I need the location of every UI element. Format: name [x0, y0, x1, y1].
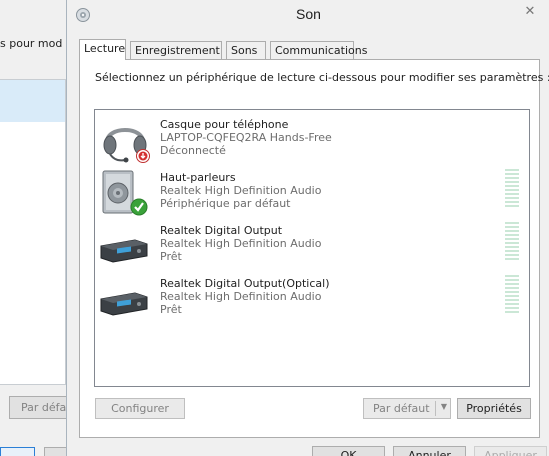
- cancel-button[interactable]: Annuler: [393, 446, 466, 456]
- device-status: Périphérique par défaut: [160, 197, 291, 210]
- device-name: Realtek Digital Output(Optical): [160, 277, 330, 290]
- device-description: LAPTOP-CQFEQ2RA Hands-Free: [160, 131, 332, 144]
- digital-output-icon: [100, 292, 148, 316]
- volume-meter: [505, 222, 519, 262]
- apply-button[interactable]: Appliquer: [474, 446, 547, 456]
- set-default-label: Par défaut: [373, 402, 430, 415]
- background-window-selection: [0, 80, 65, 122]
- background-window-default-button[interactable]: Par défa: [9, 396, 69, 419]
- sound-dialog: Son ✕ Lecture Enregistrement Sons Commun…: [66, 0, 549, 456]
- playback-device-list[interactable]: Casque pour téléphone LAPTOP-CQFEQ2RA Ha…: [94, 109, 530, 387]
- lecture-tab-panel: Sélectionnez un périphérique de lecture …: [79, 59, 549, 438]
- tab-lecture[interactable]: Lecture: [79, 39, 126, 60]
- chevron-down-icon[interactable]: ▼: [441, 402, 447, 411]
- split-divider: [435, 401, 436, 416]
- properties-button[interactable]: Propriétés: [457, 398, 531, 419]
- instruction-text: Sélectionnez un périphérique de lecture …: [95, 71, 549, 84]
- disconnected-badge: [136, 149, 150, 163]
- set-default-split-button[interactable]: Par défaut ▼: [363, 398, 451, 419]
- device-description: Realtek High Definition Audio: [160, 290, 322, 303]
- configure-button[interactable]: Configurer: [95, 398, 185, 419]
- device-item-headset[interactable]: Casque pour téléphone LAPTOP-CQFEQ2RA Ha…: [95, 112, 529, 164]
- tab-enregistrement[interactable]: Enregistrement: [130, 41, 222, 60]
- device-name: Haut-parleurs: [160, 171, 236, 184]
- device-status: Prêt: [160, 303, 182, 316]
- close-button[interactable]: ✕: [522, 3, 538, 19]
- device-item-digital-output-optical[interactable]: Realtek Digital Output(Optical) Realtek …: [95, 271, 529, 323]
- device-item-digital-output[interactable]: Realtek Digital Output Realtek High Defi…: [95, 218, 529, 270]
- device-item-speakers[interactable]: Haut-parleurs Realtek High Definition Au…: [95, 165, 529, 217]
- headset-icon: [103, 128, 150, 163]
- digital-output-icon: [100, 239, 148, 263]
- background-window: s pour mod Par défa: [0, 0, 72, 456]
- device-name: Realtek Digital Output: [160, 224, 283, 237]
- volume-meter: [505, 169, 519, 209]
- device-name: Casque pour téléphone: [160, 118, 289, 131]
- background-window-focused-button[interactable]: [0, 447, 35, 456]
- title-bar[interactable]: Son ✕: [67, 0, 549, 31]
- device-description: Realtek High Definition Audio: [160, 237, 322, 250]
- background-window-title: s pour mod: [0, 37, 63, 50]
- device-description: Realtek High Definition Audio: [160, 184, 322, 197]
- volume-meter: [505, 275, 519, 315]
- device-status: Prêt: [160, 250, 182, 263]
- ok-button[interactable]: OK: [312, 446, 385, 456]
- tab-communications[interactable]: Communications: [270, 41, 367, 60]
- default-check-badge: [130, 198, 148, 216]
- background-window-panel: [0, 79, 66, 385]
- device-status: Déconnecté: [160, 144, 226, 157]
- tab-sons[interactable]: Sons: [226, 41, 266, 60]
- speaker-icon: [102, 170, 148, 216]
- dialog-title: Son: [296, 6, 321, 22]
